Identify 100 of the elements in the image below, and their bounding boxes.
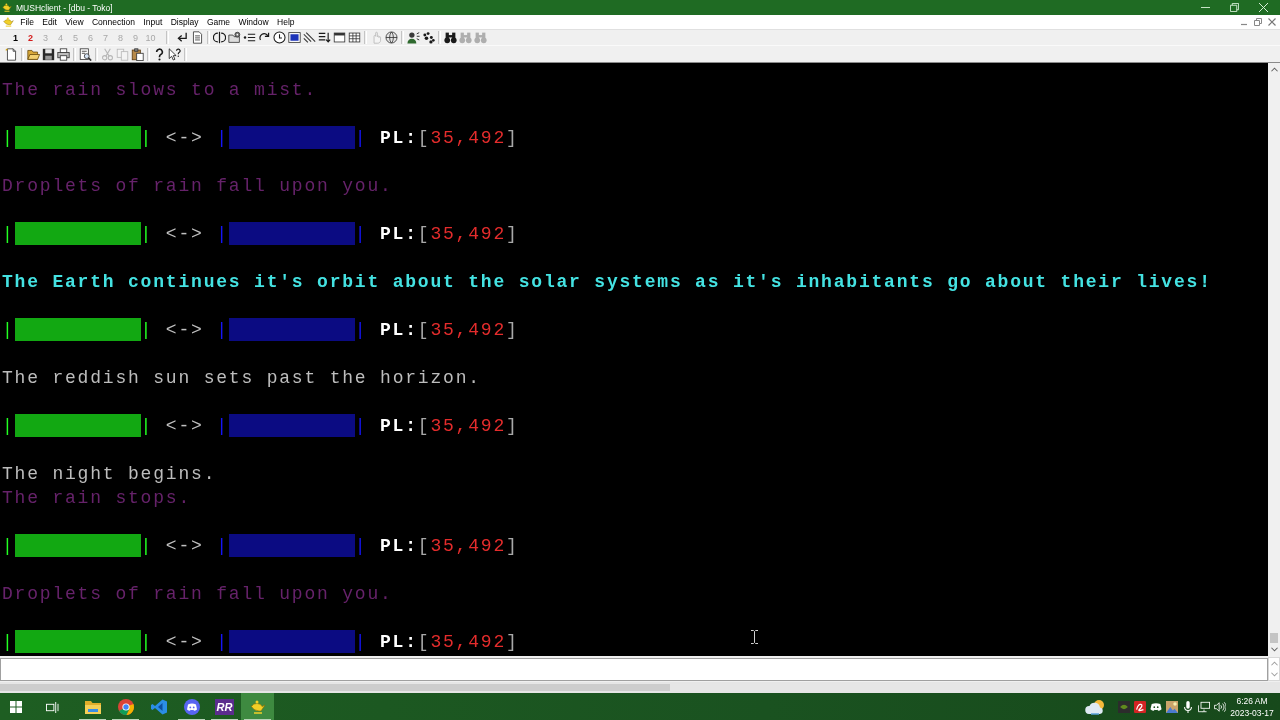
game-controller-icon bbox=[183, 699, 200, 715]
gauge-cap: | bbox=[216, 127, 229, 150]
gauge-cap: | bbox=[2, 535, 15, 558]
window-stack-icon[interactable] bbox=[46, 701, 59, 713]
gauge-cap: | bbox=[140, 631, 154, 654]
network-icon[interactable] bbox=[1198, 701, 1210, 713]
menu-item[interactable]: Window bbox=[234, 15, 273, 29]
open-folder-icon[interactable] bbox=[27, 47, 40, 61]
gauge-separator: <-> bbox=[165, 535, 204, 558]
return-arrow-icon[interactable] bbox=[176, 31, 189, 44]
image-icon[interactable] bbox=[1166, 701, 1178, 713]
speaker-icon[interactable] bbox=[1214, 701, 1226, 713]
gauge-cap: | bbox=[2, 127, 15, 150]
gauge-separator: <-> bbox=[165, 319, 204, 342]
scroll-up-icon[interactable] bbox=[1270, 67, 1278, 72]
gauge-cap: | bbox=[140, 127, 154, 150]
printer-icon[interactable] bbox=[57, 47, 70, 61]
menu-item[interactable]: File bbox=[16, 15, 39, 29]
vertical-scrollbar[interactable] bbox=[1268, 63, 1280, 656]
clock-date[interactable]: 2023-03-17 bbox=[1230, 707, 1274, 719]
gauge-cap: | bbox=[216, 535, 229, 558]
gauge-cap: | bbox=[2, 319, 15, 342]
segmented-circle-icon bbox=[117, 699, 134, 715]
prompt-label: PL: bbox=[379, 535, 418, 558]
prompt-label: PL: bbox=[379, 319, 418, 342]
gauge-cap: | bbox=[354, 127, 368, 150]
prompt-label: PL: bbox=[379, 415, 418, 438]
horizontal-scrollbar[interactable] bbox=[0, 682, 1280, 693]
document-icon[interactable] bbox=[191, 31, 204, 44]
gauge-cap: | bbox=[354, 535, 368, 558]
pointer-help-icon[interactable] bbox=[168, 47, 181, 61]
gauge-cap: | bbox=[216, 223, 229, 246]
microphone-icon[interactable] bbox=[1182, 701, 1194, 713]
world-button[interactable]: 2 bbox=[23, 30, 38, 45]
lamp-icon bbox=[3, 17, 14, 27]
clock-time[interactable]: 6:26 AM bbox=[1236, 695, 1268, 707]
output-line: Droplets of rain fall upon you. bbox=[2, 175, 393, 198]
gauge-cap: | bbox=[140, 223, 154, 246]
menu-item[interactable]: Game bbox=[202, 15, 235, 29]
folder-icon bbox=[84, 699, 101, 715]
lamp-icon bbox=[2, 3, 12, 12]
prompt-value: [35,492] bbox=[417, 535, 519, 558]
clipboard-icon[interactable] bbox=[131, 47, 144, 61]
paw-prints-icon[interactable] bbox=[422, 31, 435, 44]
scrollbar-thumb[interactable] bbox=[0, 684, 670, 691]
square-logo-icon[interactable] bbox=[1134, 701, 1146, 713]
restore-icon[interactable] bbox=[1254, 18, 1262, 26]
gauge-separator: <-> bbox=[165, 127, 204, 150]
weather-icon[interactable] bbox=[1085, 698, 1107, 716]
world-button[interactable]: 1 bbox=[8, 30, 23, 45]
close-icon[interactable] bbox=[1268, 18, 1276, 26]
gauge-cap: | bbox=[2, 415, 15, 438]
menu-item[interactable]: Connection bbox=[87, 15, 140, 29]
gauge-separator: <-> bbox=[165, 415, 204, 438]
prompt-label: PL: bbox=[379, 127, 418, 150]
print-preview-icon[interactable] bbox=[79, 47, 92, 61]
scroll-down-icon[interactable] bbox=[1270, 647, 1278, 652]
output-line: Droplets of rain fall upon you. bbox=[2, 583, 393, 606]
gauge-cap: | bbox=[216, 415, 229, 438]
binoculars-icon[interactable] bbox=[444, 31, 457, 44]
slanted-lines-icon[interactable] bbox=[303, 31, 316, 44]
command-input[interactable] bbox=[0, 657, 1268, 681]
menu-item[interactable]: Edit bbox=[38, 15, 62, 29]
clock-icon[interactable] bbox=[273, 31, 286, 44]
save-icon[interactable] bbox=[42, 47, 55, 61]
new-document-icon[interactable] bbox=[5, 47, 18, 61]
prompt-value: [35,492] bbox=[417, 127, 519, 150]
prompt-value: [35,492] bbox=[417, 319, 519, 342]
eye-square-icon[interactable] bbox=[1118, 701, 1130, 713]
table-icon[interactable] bbox=[348, 31, 361, 44]
scrollbar-thumb[interactable] bbox=[1270, 633, 1278, 643]
lamp-icon bbox=[249, 699, 266, 715]
gauge-cap: | bbox=[140, 319, 154, 342]
menu-item[interactable]: Help bbox=[272, 15, 299, 29]
person-icon[interactable] bbox=[407, 31, 420, 44]
gauge-cap: | bbox=[216, 631, 229, 654]
folder-gear-icon[interactable] bbox=[228, 31, 241, 44]
taskbar-button[interactable]: RR bbox=[208, 693, 241, 720]
globe-icon[interactable] bbox=[385, 31, 398, 44]
gauge-cap: | bbox=[354, 631, 368, 654]
list-icon[interactable] bbox=[243, 31, 256, 44]
help-icon[interactable] bbox=[153, 47, 166, 61]
sort-icon[interactable] bbox=[318, 31, 331, 44]
gauge-cap: | bbox=[354, 415, 368, 438]
menu-item[interactable]: Input bbox=[139, 15, 167, 29]
game-controller-icon[interactable] bbox=[1150, 701, 1162, 713]
gauge-separator: <-> bbox=[165, 223, 204, 246]
menu-item[interactable]: View bbox=[61, 15, 88, 29]
output-line: The reddish sun sets past the horizon. bbox=[2, 367, 481, 390]
output-line: The Earth continues it's orbit about the solar systems as it's inhabitants go about their lives! bbox=[2, 271, 1212, 294]
menu-item[interactable]: Display bbox=[166, 15, 203, 29]
window-icon[interactable] bbox=[333, 31, 346, 44]
four-squares-icon[interactable] bbox=[10, 701, 22, 713]
screen-icon[interactable] bbox=[288, 31, 301, 44]
gauge-separator: <-> bbox=[165, 631, 204, 654]
gauge-cap: | bbox=[216, 319, 229, 342]
prompt-label: PL: bbox=[379, 631, 418, 654]
split-arcs-icon[interactable] bbox=[213, 31, 226, 44]
output-line: The rain stops. bbox=[2, 487, 192, 510]
prompt-value: [35,492] bbox=[417, 415, 519, 438]
